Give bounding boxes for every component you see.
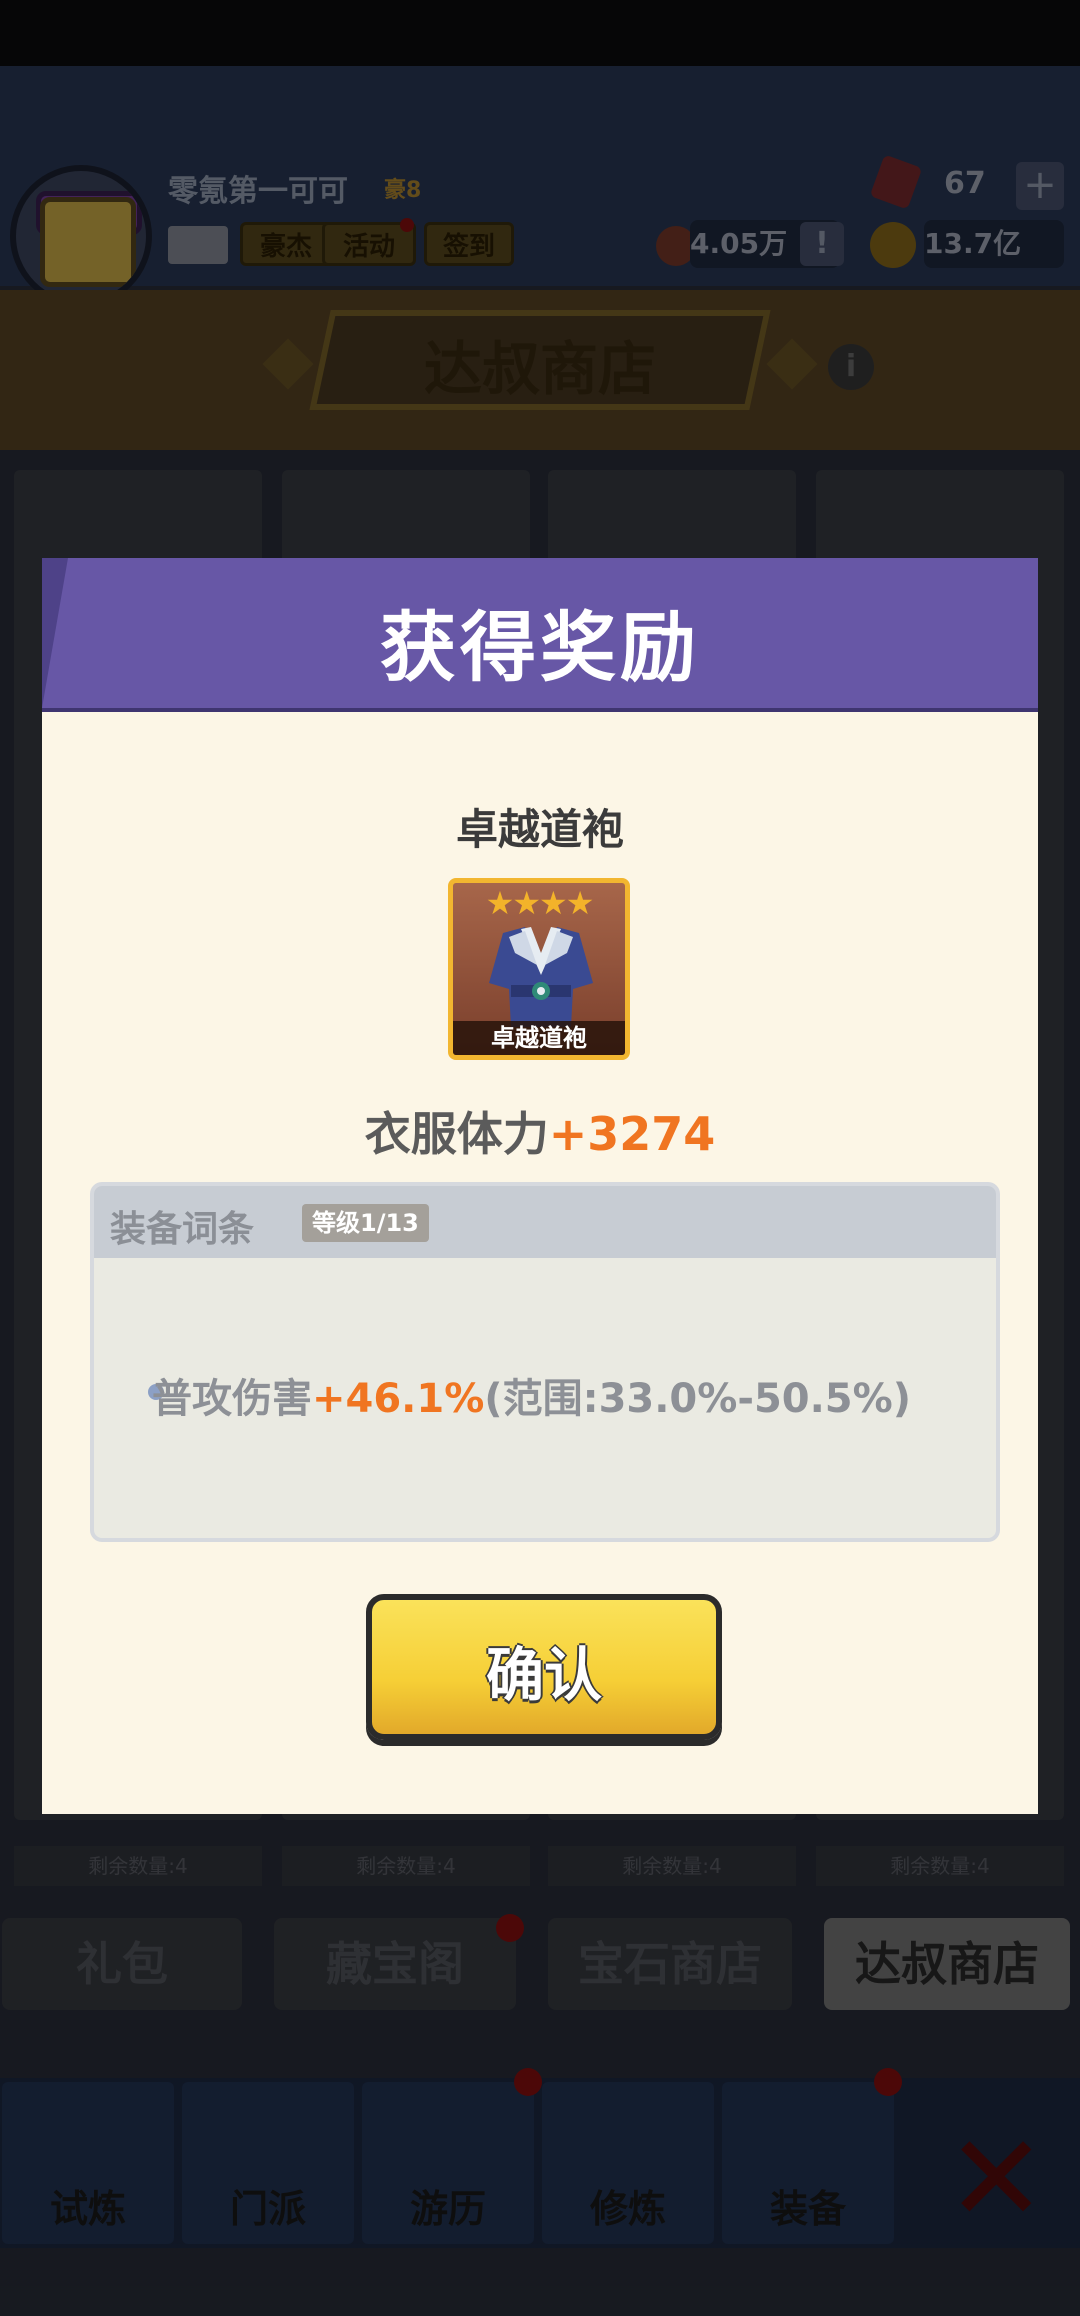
affix-entry: 普攻伤害+46.1%(范围:33.0%-50.5%) xyxy=(152,1366,911,1424)
stat-value: +3274 xyxy=(548,1107,716,1161)
affix-title: 装备词条 xyxy=(110,1209,255,1250)
stat-line: 衣服体力+3274 xyxy=(42,1098,1038,1164)
affix-level-badge: 等级1/13 xyxy=(302,1204,429,1242)
item-caption: 卓越道袍 xyxy=(453,1021,625,1055)
robe-icon xyxy=(489,927,593,1027)
robe-item-icon[interactable]: ★★★★ 卓越道袍 xyxy=(448,878,630,1060)
affix-range: (范围:33.0%-50.5%) xyxy=(484,1376,911,1422)
stat-label: 衣服体力 xyxy=(364,1107,549,1161)
star-rating-icon: ★★★★ xyxy=(485,884,595,922)
affix-value: +46.1% xyxy=(312,1376,485,1422)
item-name: 卓越道袍 xyxy=(455,805,624,854)
confirm-label: 确认 xyxy=(485,1641,602,1709)
dialog-title: 获得奖励 xyxy=(380,603,700,692)
affix-name: 普攻伤害 xyxy=(152,1376,312,1422)
confirm-button[interactable]: 确认 xyxy=(366,1594,722,1740)
affix-panel: 装备词条 等级1/13 普攻伤害+46.1%(范围:33.0%-50.5%) xyxy=(90,1182,1000,1542)
